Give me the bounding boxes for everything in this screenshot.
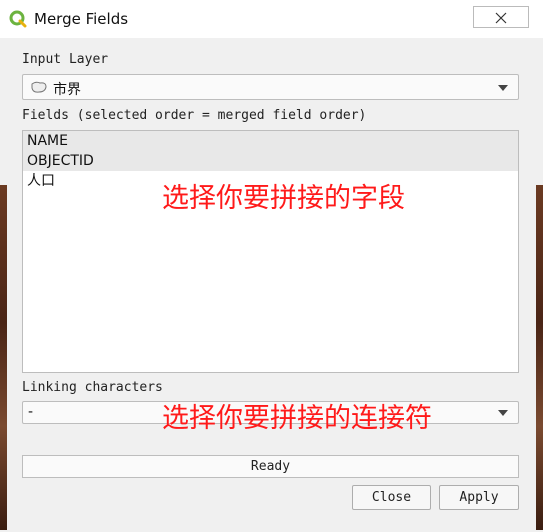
apply-button[interactable]: Apply [439, 485, 519, 510]
linking-characters-label: Linking characters [22, 380, 163, 395]
polygon-layer-icon [31, 81, 47, 93]
title-bar: Merge Fields [0, 0, 543, 38]
field-item-name[interactable]: NAME [23, 131, 518, 151]
close-icon [495, 12, 507, 24]
chevron-down-icon [498, 410, 508, 416]
close-button-label: Close [371, 490, 412, 505]
field-item-label: 人口 [27, 173, 55, 189]
field-item-label: OBJECTID [27, 153, 94, 169]
progress-bar: Ready [22, 455, 519, 478]
field-item-label: NAME [27, 133, 68, 149]
progress-text: Ready [250, 459, 291, 474]
input-layer-value: 市界 [53, 82, 81, 98]
window-title: Merge Fields [34, 10, 129, 28]
input-layer-label: Input Layer [22, 52, 109, 67]
background-window-edge-right [536, 185, 543, 530]
window-close-button[interactable] [473, 6, 529, 28]
background-window-edge-left [0, 185, 7, 530]
linking-characters-value: - [28, 404, 34, 420]
input-layer-combo[interactable]: 市界 [22, 74, 519, 100]
apply-button-label: Apply [459, 490, 499, 505]
field-item-objectid[interactable]: OBJECTID [23, 151, 518, 171]
fields-list[interactable]: NAME OBJECTID 人口 [22, 130, 519, 373]
fields-annotation: 选择你要拼接的字段 [162, 183, 405, 214]
qgis-logo-icon [9, 10, 27, 28]
linking-annotation: 选择你要拼接的连接符 [162, 403, 432, 434]
fields-label: Fields (selected order = merged field or… [22, 108, 367, 123]
close-button[interactable]: Close [352, 485, 431, 510]
chevron-down-icon [498, 85, 508, 91]
